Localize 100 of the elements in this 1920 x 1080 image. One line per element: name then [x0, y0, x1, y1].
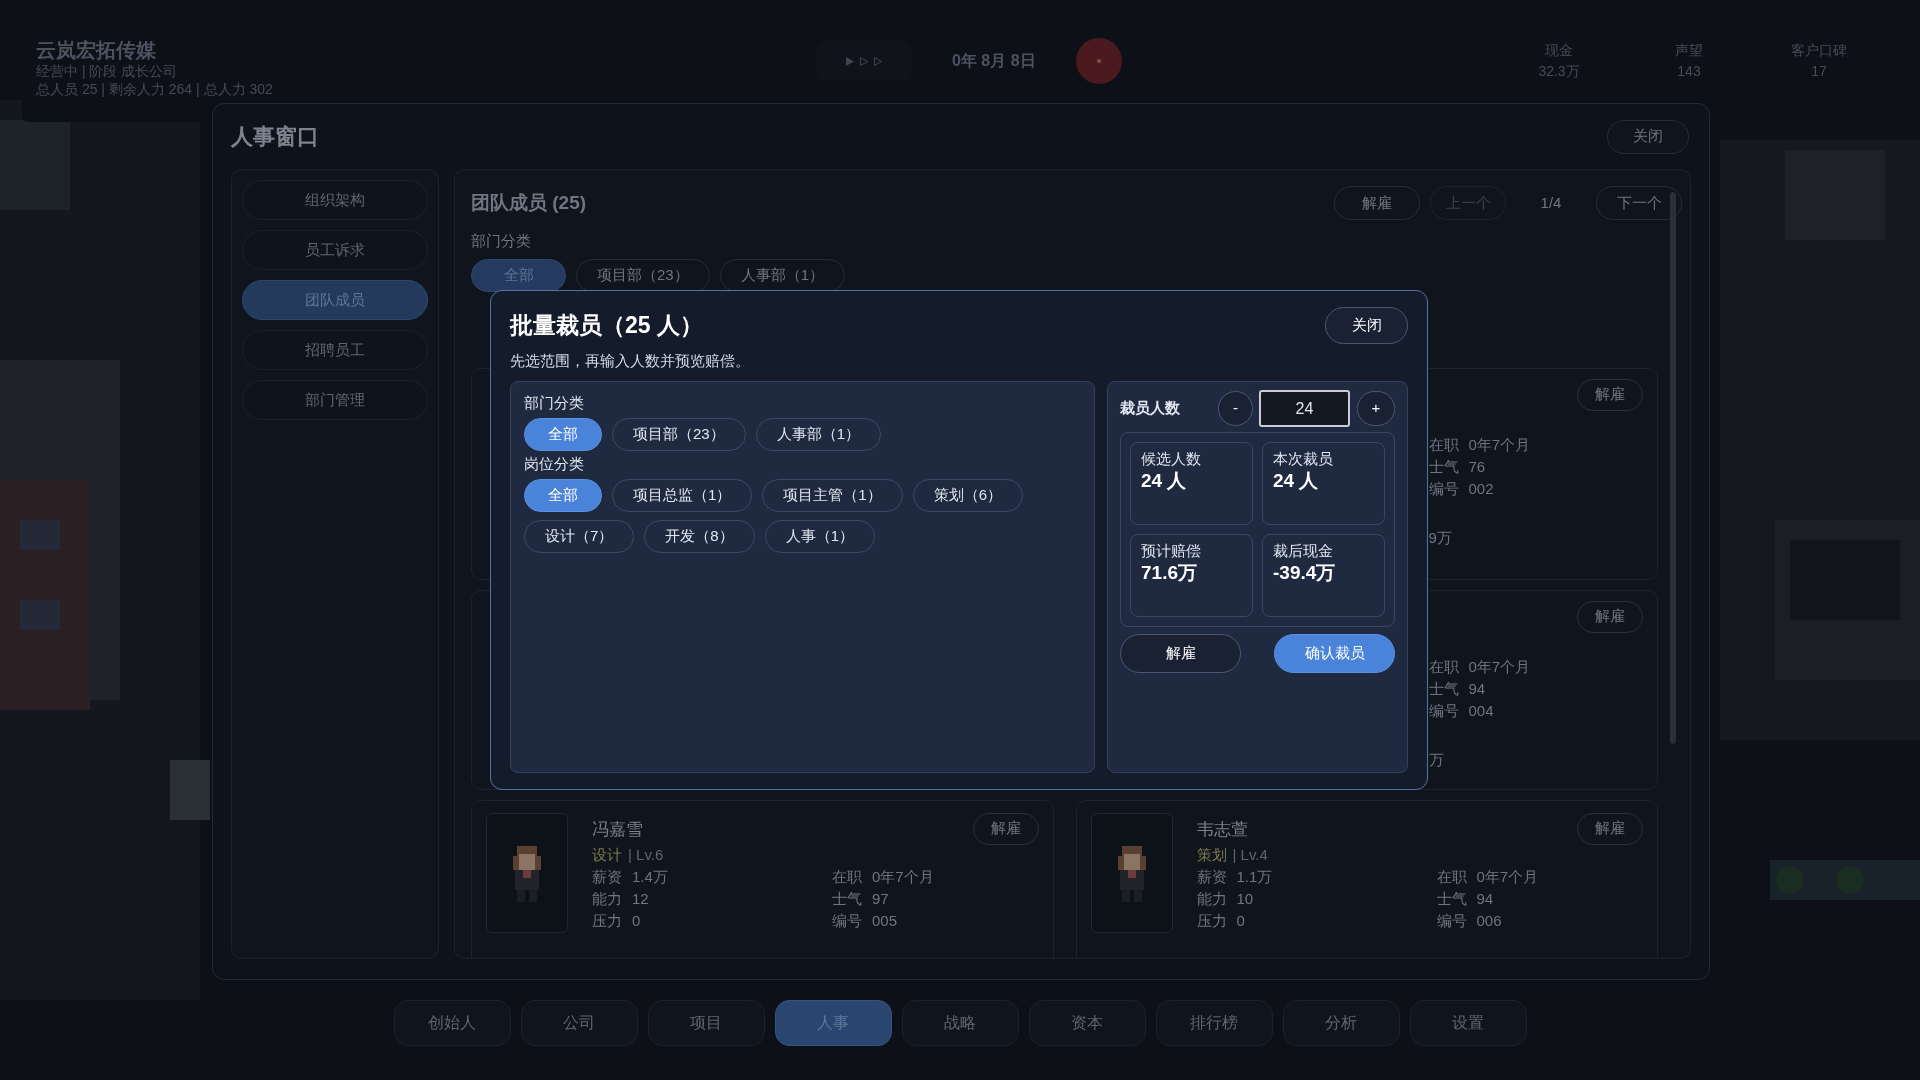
- nav-tab[interactable]: 分析: [1282, 1000, 1400, 1046]
- nav-tab[interactable]: 公司: [520, 1000, 638, 1046]
- filter-chip[interactable]: 开发（8）: [644, 519, 755, 553]
- page-indicator: 1/4: [1539, 192, 1563, 213]
- filter-chip[interactable]: 策划（6）: [912, 478, 1024, 512]
- filter-chip[interactable]: 全部: [524, 478, 602, 512]
- stat-value: 0: [632, 911, 641, 932]
- filter-label: 部门分类: [524, 392, 585, 413]
- stat-label: 能力: [592, 889, 622, 910]
- filter-label: 部门分类: [471, 231, 532, 251]
- stat-value: 0年7个月: [872, 867, 934, 888]
- stat-label: 压力: [592, 911, 622, 932]
- stat-value: 0年7个月: [1468, 435, 1531, 456]
- stat-label: 在职: [1428, 657, 1459, 678]
- count-label: 裁员人数: [1120, 398, 1181, 419]
- filter-chip[interactable]: 项目部（23）: [612, 417, 746, 451]
- role-label: 策划: [1196, 845, 1227, 866]
- nav-tab[interactable]: 创始人: [393, 1000, 511, 1046]
- close-button[interactable]: 关闭: [1325, 307, 1408, 344]
- dismiss-button[interactable]: 解雇: [1120, 633, 1241, 673]
- close-button[interactable]: 关闭: [1607, 119, 1689, 154]
- dismiss-button[interactable]: 解雇: [1577, 378, 1643, 411]
- pause-button[interactable]: [1075, 38, 1122, 84]
- stat-label: 编号: [1436, 911, 1467, 932]
- stat-value: -39.4万: [1273, 560, 1337, 585]
- sidebar-item[interactable]: 团队成员: [242, 280, 428, 320]
- game-date: 0年 8月 8日: [952, 51, 1036, 71]
- stat-value: 12: [632, 889, 649, 910]
- stat-label: 本次裁员: [1273, 448, 1334, 469]
- dismiss-button[interactable]: 解雇: [972, 812, 1039, 845]
- filter-chip[interactable]: 项目主管（1）: [762, 478, 903, 512]
- stat-label: 裁后现金: [1273, 540, 1334, 561]
- filter-chip[interactable]: 人事部（1）: [719, 258, 846, 292]
- stat-label: 候选人数: [1141, 448, 1202, 469]
- dismiss-button[interactable]: 解雇: [1577, 600, 1643, 633]
- stat-label: 薪资: [592, 867, 622, 888]
- nav-tab[interactable]: 排行榜: [1155, 1000, 1273, 1046]
- stat-label: 在职: [1436, 867, 1467, 888]
- scrollbar[interactable]: [1670, 191, 1676, 744]
- filter-chip[interactable]: 全部: [471, 258, 566, 292]
- stat-value: 002: [1468, 479, 1494, 500]
- dismiss-button[interactable]: 解雇: [1577, 812, 1643, 845]
- stat-value: 万: [1428, 749, 1445, 770]
- stat-value: 24 人: [1273, 468, 1320, 493]
- filter-chip[interactable]: 设计（7）: [524, 519, 635, 553]
- play-icon[interactable]: [846, 56, 854, 66]
- nav-tab[interactable]: 战略: [901, 1000, 1019, 1046]
- nav-tab[interactable]: 设置: [1409, 1000, 1527, 1046]
- window-title: 人事窗口: [231, 123, 319, 151]
- stat-value: 94: [1468, 679, 1486, 700]
- filter-label: 岗位分类: [524, 453, 585, 474]
- filter-chip[interactable]: 人事部（1）: [755, 417, 882, 451]
- stat-label: 编号: [1428, 479, 1459, 500]
- stat-value: 0年7个月: [1468, 657, 1531, 678]
- sidebar-item[interactable]: 招聘员工: [242, 330, 428, 370]
- stat-value: 004: [1468, 701, 1494, 722]
- sidebar-item[interactable]: 组织架构: [242, 180, 428, 220]
- filter-chip[interactable]: 人事（1）: [764, 519, 876, 553]
- role-label: 设计: [592, 845, 622, 866]
- confirm-button[interactable]: 确认裁员: [1274, 633, 1395, 673]
- stat-label: 现金: [1545, 41, 1573, 60]
- nav-tab[interactable]: 项目: [647, 1000, 765, 1046]
- stat-value: 006: [1476, 911, 1502, 932]
- stat-value: 76: [1468, 457, 1486, 478]
- stat-value: 24 人: [1141, 468, 1188, 493]
- stat-label: 在职: [832, 867, 862, 888]
- stat-label: 士气: [832, 889, 862, 910]
- stat-value: 005: [872, 911, 898, 932]
- filter-chip[interactable]: 项目总监（1）: [612, 478, 753, 512]
- nav-tab[interactable]: 资本: [1028, 1000, 1146, 1046]
- stat-value: 0: [1236, 911, 1245, 932]
- dialog-title: 批量裁员（25 人）: [510, 311, 703, 341]
- stat-value: 71.6万: [1141, 560, 1198, 585]
- stat-value: 0年7个月: [1476, 867, 1539, 888]
- decrease-button[interactable]: -: [1218, 391, 1253, 426]
- stat-value: 143: [1677, 62, 1701, 81]
- stat-label: 压力: [1196, 911, 1227, 932]
- stat-value: 94: [1476, 889, 1494, 910]
- staff-summary: 总人员 25 | 剩余人力 264 | 总人力 302: [36, 80, 274, 98]
- stat-label: 在职: [1428, 435, 1459, 456]
- dismiss-button[interactable]: 解雇: [1334, 186, 1420, 220]
- stat-label: 士气: [1428, 679, 1459, 700]
- filter-chip[interactable]: 项目部（23）: [576, 258, 710, 292]
- sidebar-item[interactable]: 部门管理: [242, 380, 428, 420]
- stat-label: 士气: [1436, 889, 1467, 910]
- sidebar-item[interactable]: 员工诉求: [242, 230, 428, 270]
- increase-button[interactable]: +: [1357, 391, 1395, 426]
- stat-value: 97: [872, 889, 889, 910]
- stat-label: 薪资: [1196, 867, 1227, 888]
- stat-label: 能力: [1196, 889, 1227, 910]
- stat-value: 1.1万: [1236, 867, 1273, 888]
- count-input[interactable]: 24: [1259, 390, 1350, 427]
- filter-chip[interactable]: 全部: [524, 417, 602, 451]
- stat-label: 编号: [1428, 701, 1459, 722]
- dialog-hint: 先选范围，再输入人数并预览赔偿。: [510, 351, 751, 371]
- stat-value: 9万: [1428, 527, 1453, 548]
- stat-label: 预计赔偿: [1141, 540, 1202, 561]
- panel-title: 团队成员 (25): [471, 190, 587, 215]
- level-label: | Lv.4: [1232, 845, 1268, 866]
- dot-icon: [1096, 59, 1101, 63]
